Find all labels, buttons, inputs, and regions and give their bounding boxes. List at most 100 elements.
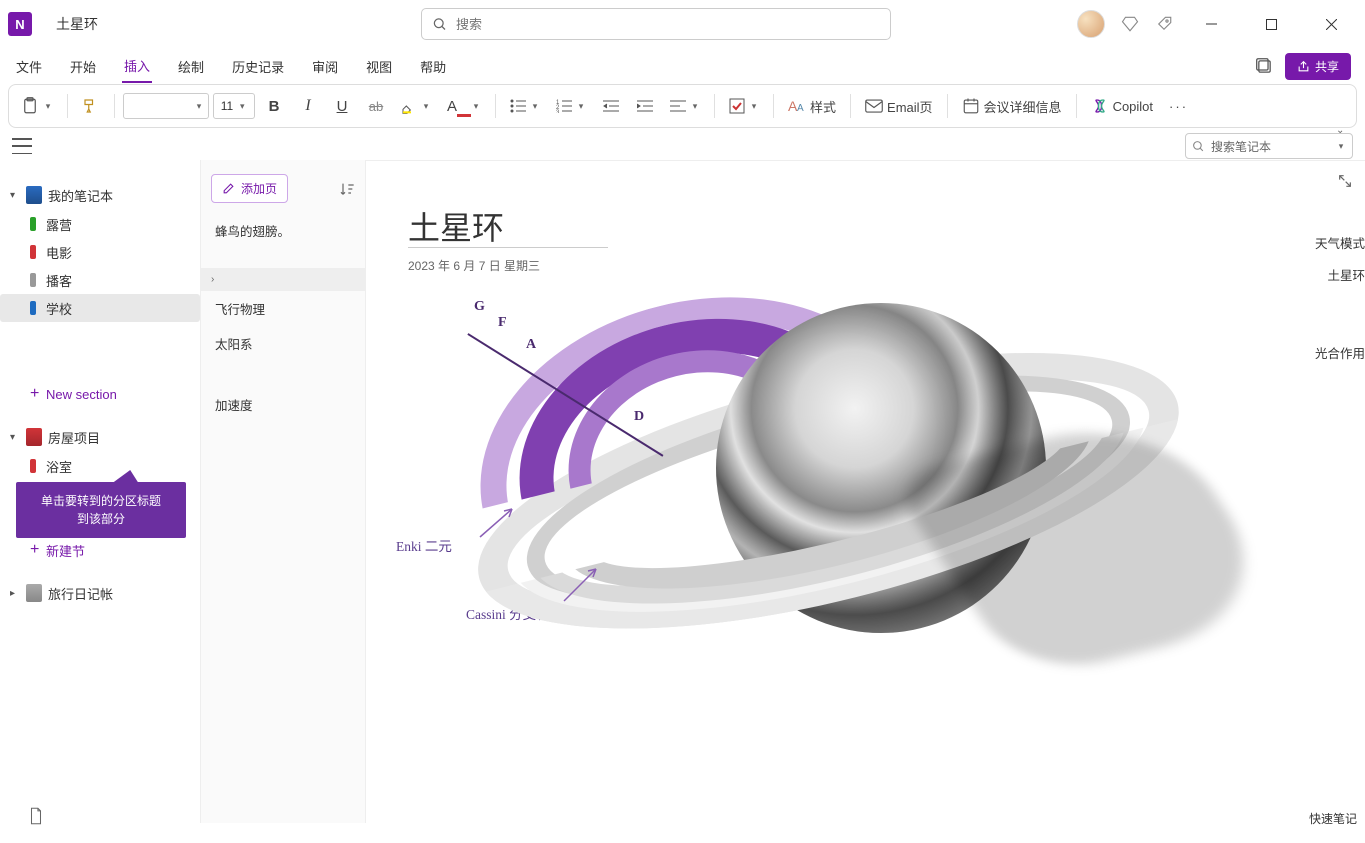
todo-tag-button[interactable]: ▾ [723,90,765,122]
page-accel[interactable]: 加速度 [201,387,365,422]
copilot-icon [1091,97,1109,115]
new-section-label: New section [46,387,117,402]
arrow-icon [478,505,518,539]
search-input[interactable] [456,17,880,32]
side-label-saturn[interactable]: 土星环 [1323,263,1365,286]
copilot-button[interactable]: Copilot [1085,90,1159,122]
ribbon-toolbar: ▾ ▾ 11 ▾ B I U ab ▾ A▾ ▾ 123▾ ▾ ▾ AA样式 E… [8,84,1357,128]
arrow-icon [562,565,602,605]
title-bar: N 土星环 [0,0,1365,48]
email-page-button[interactable]: Email页 [859,90,939,122]
global-search[interactable] [421,8,891,40]
new-section-button-2[interactable]: +新建节 [0,536,200,564]
more-button[interactable]: ··· [1163,90,1194,122]
window-minimize[interactable] [1189,8,1233,40]
underline-button[interactable]: U [327,90,357,122]
section-school[interactable]: 学校 [0,294,200,322]
section-label: 浴室 [46,457,72,476]
chevron-down-icon: ▾ [1336,141,1346,152]
highlight-button[interactable]: ▾ [395,90,437,122]
font-size-value: 11 [221,99,233,113]
notebook-label: 房屋项目 [48,428,100,447]
notebook-icon [26,186,42,204]
quick-notes-button[interactable]: 快速笔记 [1309,810,1357,827]
section-movies[interactable]: 电影 [0,238,200,266]
notebook-label: 旅行日记帐 [48,584,113,603]
new-section-label: 新建节 [46,541,85,560]
ribbon-expand-icon[interactable]: ⌄ [1336,125,1350,139]
section-camping[interactable]: 露营 [0,210,200,238]
page-date: 2023 年 6 月 7 日 星期三 [408,257,540,274]
styles-icon: AA [788,98,806,114]
format-painter-button[interactable] [76,90,106,122]
notebook-search[interactable]: 搜索笔记本 ▾ [1185,133,1353,159]
notebook-travel[interactable]: ▸旅行日记帐 [0,578,200,608]
add-page-button[interactable]: 添加页 [211,174,288,203]
pages-panel: 添加页 蜂鸟的翅膀。 › 飞行物理 太阳系 加速度 [200,160,365,823]
sub-bar: 搜索笔记本 ▾ [0,128,1365,160]
svg-text:3: 3 [556,110,560,113]
main-area: ▾我的笔记本 露营 电影 播客 学校 +New section ▾房屋项目 浴室… [0,160,1365,823]
share-button[interactable]: 共享 [1285,53,1351,80]
menu-file[interactable]: 文件 [14,51,44,82]
open-in-app-icon[interactable] [1255,56,1275,76]
notebook-my[interactable]: ▾我的笔记本 [0,180,200,210]
indent-button[interactable] [630,90,660,122]
side-label-photo[interactable]: 光合作用 [1311,341,1365,364]
side-label-weather[interactable]: 天气模式 [1311,231,1365,254]
page-solar[interactable]: 太阳系 [201,326,365,361]
font-size-select[interactable]: 11 ▾ [213,93,255,119]
page-expand-toggle[interactable]: › [201,268,365,291]
page-canvas[interactable]: 土星环 2023 年 6 月 7 日 星期三 [365,160,1365,823]
menu-review[interactable]: 审阅 [310,51,340,82]
avatar[interactable] [1077,10,1105,38]
page-icon[interactable] [28,807,44,825]
section-label: 电影 [46,243,72,262]
paste-button[interactable]: ▾ [15,90,59,122]
edit-icon [222,182,235,195]
title-underline [408,247,608,248]
menu-insert[interactable]: 插入 [122,50,152,83]
svg-text:A: A [797,103,804,114]
section-label: 露营 [46,215,72,234]
share-icon [1297,60,1310,73]
bullets-button[interactable]: ▾ [504,90,546,122]
fullscreen-button[interactable] [1337,173,1353,189]
share-label: 共享 [1315,58,1339,75]
window-close[interactable] [1309,8,1353,40]
font-family-select[interactable]: ▾ [123,93,209,119]
sort-button[interactable] [339,181,355,197]
window-maximize[interactable] [1249,8,1293,40]
new-section-button[interactable]: +New section [0,380,200,408]
page-hummingbird[interactable]: 蜂鸟的翅膀。 [201,213,365,248]
strikethrough-button[interactable]: ab [361,90,391,122]
search-icon [432,17,448,32]
page-title[interactable]: 土星环 [408,203,504,249]
page-flight[interactable]: 飞行物理 [201,291,365,326]
menu-help[interactable]: 帮助 [418,51,448,82]
styles-label: 样式 [810,97,836,116]
search-icon [1192,140,1205,153]
saturn-illustration: G F A B C D Enki 二元 Cassini 分支机构 [406,291,1226,751]
notebook-house[interactable]: ▾房屋项目 [0,422,200,452]
meeting-details-button[interactable]: 会议详细信息 [956,90,1068,122]
menu-draw[interactable]: 绘制 [176,51,206,82]
section-label: 学校 [46,299,72,318]
nav-toggle-button[interactable] [12,138,32,154]
section-bathroom[interactable]: 浴室 [0,452,200,480]
outdent-button[interactable] [596,90,626,122]
bold-button[interactable]: B [259,90,289,122]
coming-soon-icon[interactable] [1155,15,1173,33]
italic-button[interactable]: I [293,90,323,122]
notebook-icon [26,428,42,446]
font-color-button[interactable]: A▾ [441,90,487,122]
align-button[interactable]: ▾ [664,90,706,122]
numbering-button[interactable]: 123▾ [550,90,592,122]
email-label: Email页 [887,97,933,116]
menu-home[interactable]: 开始 [68,51,98,82]
menu-history[interactable]: 历史记录 [230,51,286,82]
styles-button[interactable]: AA样式 [782,90,842,122]
menu-view[interactable]: 视图 [364,51,394,82]
premium-icon[interactable] [1121,15,1139,33]
section-podcasts[interactable]: 播客 [0,266,200,294]
